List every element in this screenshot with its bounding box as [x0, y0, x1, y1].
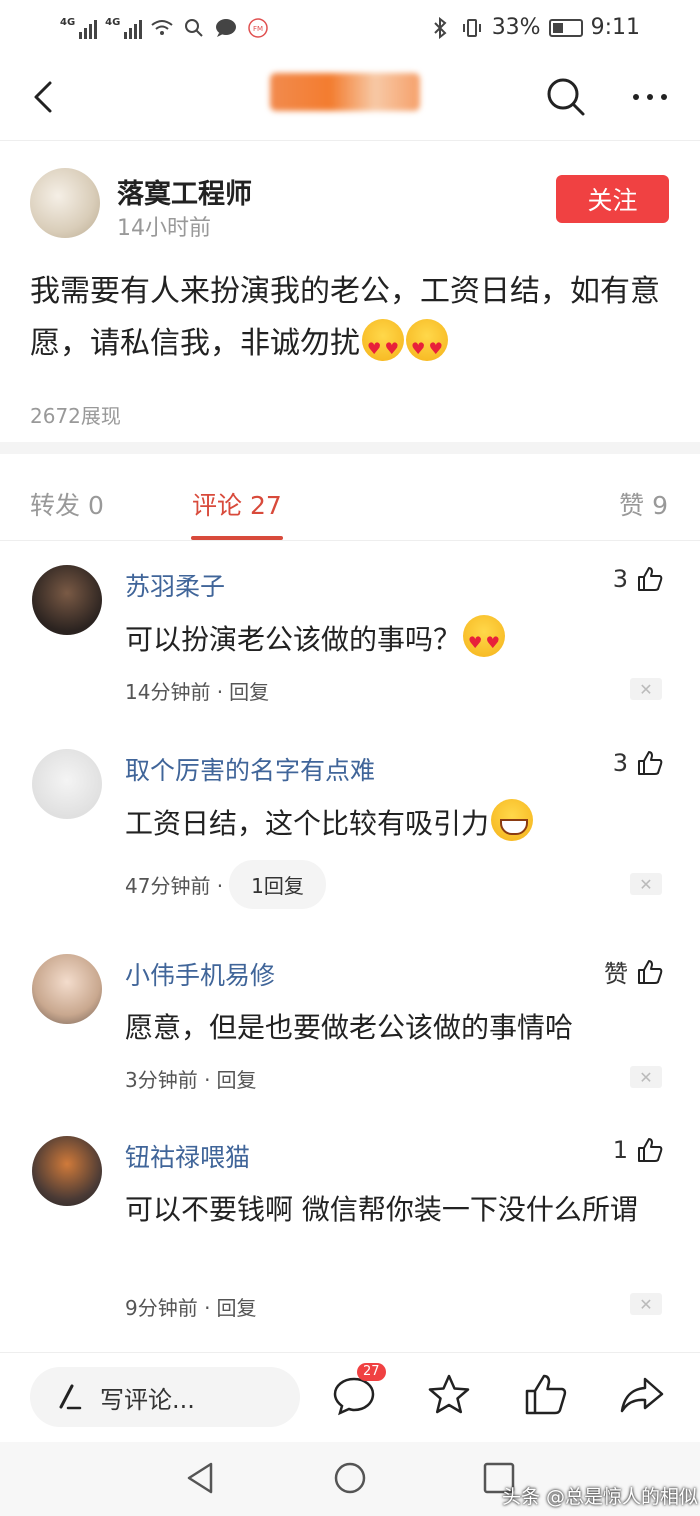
thumbs-up-icon	[638, 751, 663, 775]
message-icon	[214, 16, 238, 40]
more-icon[interactable]	[628, 75, 672, 119]
signal-icon: 4G	[105, 17, 143, 39]
tab-forward[interactable]: 转发 0	[30, 486, 104, 522]
comment-username[interactable]: 钮祜禄喂猫	[125, 1138, 250, 1174]
close-icon[interactable]: ✕	[630, 1066, 662, 1088]
comment-meta: 14分钟前 · 回复	[125, 676, 269, 705]
comment-like[interactable]: 3	[613, 749, 664, 777]
share-icon[interactable]	[618, 1371, 666, 1419]
star-icon[interactable]	[425, 1371, 473, 1419]
search-icon[interactable]	[544, 75, 588, 119]
tab-likes[interactable]: 赞 9	[619, 486, 668, 522]
comment-text: 愿意，但是也要做老公该做的事情哈	[125, 1011, 574, 1044]
post-text: 我需要有人来扮演我的老公，工资日结，如有意愿，请私信我，非诚勿扰	[30, 274, 660, 361]
write-comment-placeholder: 写评论...	[100, 1385, 195, 1414]
watermark: 头条 @总是惊人的相似	[502, 1486, 699, 1508]
fm-icon: FM	[246, 16, 270, 40]
avatar[interactable]	[32, 749, 102, 819]
close-icon[interactable]: ✕	[630, 1293, 662, 1315]
nav-home-icon[interactable]	[332, 1460, 368, 1496]
avatar[interactable]	[32, 565, 102, 635]
heart-eyes-emoji-icon	[362, 319, 404, 375]
close-icon[interactable]: ✕	[630, 678, 662, 700]
tab-comments[interactable]: 评论 27	[192, 486, 282, 522]
comment-meta: 47分钟前 · 1回复	[125, 860, 326, 909]
reply-button[interactable]: 回复	[216, 1064, 256, 1093]
section-separator	[0, 442, 700, 454]
comment-like[interactable]: 赞	[604, 954, 664, 989]
view-count: 2672展现	[30, 404, 121, 428]
nav-back-icon[interactable]	[183, 1460, 219, 1496]
signal-icon: 4G	[60, 17, 98, 39]
reply-button[interactable]: 回复	[229, 676, 269, 705]
comment-meta: 3分钟前 · 回复	[125, 1064, 256, 1093]
thumbs-up-icon[interactable]	[522, 1371, 570, 1419]
svg-text:FM: FM	[253, 25, 263, 33]
bluetooth-icon	[428, 16, 452, 40]
comment-text: 可以扮演老公该做的事吗？	[125, 615, 670, 667]
follow-button[interactable]: 关注	[556, 175, 669, 223]
tab-bar: 转发 0 评论 27 赞 9	[0, 454, 700, 542]
back-icon[interactable]	[24, 77, 64, 117]
comment-username[interactable]: 苏羽柔子	[125, 567, 225, 603]
battery-percent: 33%	[491, 15, 541, 40]
wifi-icon	[150, 16, 174, 40]
thumbs-up-icon	[638, 959, 663, 984]
pen-icon	[59, 1384, 82, 1410]
bottom-action-bar: 写评论... 27	[0, 1352, 700, 1442]
thumbs-up-icon	[638, 567, 663, 591]
comment-count-badge: 27	[357, 1363, 386, 1381]
comment-meta: 9分钟前 · 回复	[125, 1292, 256, 1321]
replies-button[interactable]: 1回复	[229, 860, 326, 909]
thumbs-up-icon	[638, 1138, 663, 1162]
vibrate-icon	[460, 16, 484, 40]
comment-text: 工资日结，这个比较有吸引力	[125, 799, 670, 848]
comment-username[interactable]: 小伟手机易修	[125, 956, 275, 992]
status-bar: 4G 4G FM 33% 9:11	[0, 0, 700, 55]
author-avatar[interactable]	[30, 168, 100, 238]
clock: 9:11	[590, 15, 640, 40]
comment-text: 可以不要钱啊 微信帮你装一下没什么所谓	[125, 1193, 638, 1226]
reply-button[interactable]: 回复	[216, 1292, 256, 1321]
laughing-emoji-icon	[491, 799, 534, 841]
write-comment-input[interactable]: 写评论...	[30, 1367, 300, 1427]
divider	[0, 540, 700, 541]
heart-eyes-emoji-icon	[463, 615, 506, 667]
author-name[interactable]: 落寞工程师	[117, 172, 252, 211]
comment-like[interactable]: 3	[613, 565, 664, 593]
avatar[interactable]	[32, 1136, 102, 1206]
close-icon[interactable]: ✕	[630, 873, 662, 895]
post-time: 14小时前	[117, 216, 211, 241]
comment-like[interactable]: 1	[613, 1136, 664, 1164]
top-nav	[0, 55, 700, 140]
blurred-title	[270, 73, 420, 111]
avatar[interactable]	[32, 954, 102, 1024]
divider	[0, 140, 700, 141]
comment-username[interactable]: 取个厉害的名字有点难	[125, 751, 375, 787]
heart-eyes-emoji-icon	[406, 319, 448, 375]
search-icon	[182, 16, 206, 40]
battery-icon	[548, 18, 583, 37]
post-body: 我需要有人来扮演我的老公，工资日结，如有意愿，请私信我，非诚勿扰	[30, 266, 670, 375]
